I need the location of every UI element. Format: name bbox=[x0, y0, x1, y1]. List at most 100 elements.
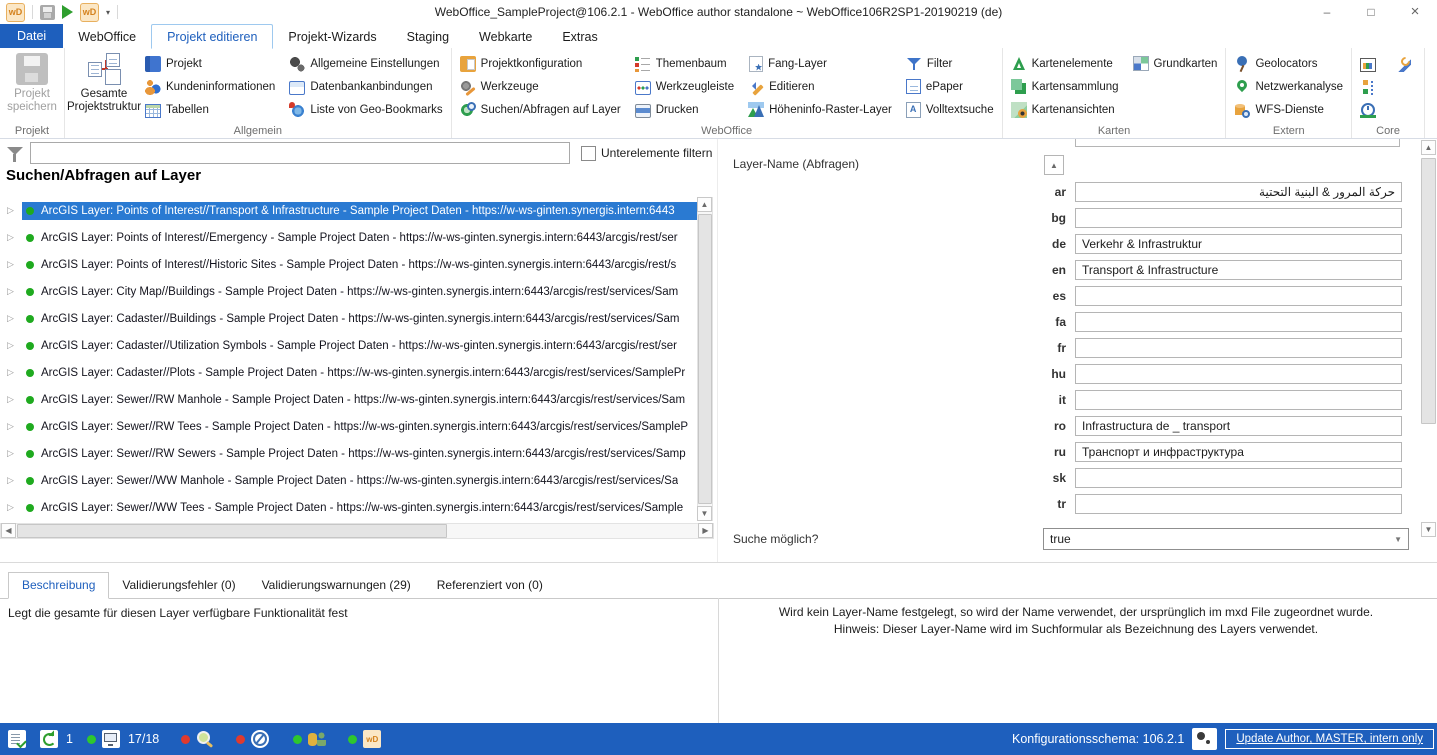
tree-item[interactable]: ▷ ArcGIS Layer: Points of Interest//Emer… bbox=[0, 224, 697, 251]
database-user-icon[interactable] bbox=[308, 730, 326, 748]
ribbon-button[interactable]: Netzwerkanalyse bbox=[1229, 75, 1348, 98]
weboffice-icon[interactable]: wD bbox=[80, 3, 99, 22]
ribbon-button[interactable]: Werkzeugleiste bbox=[630, 75, 739, 98]
ribbon-button[interactable]: Kartensammlung bbox=[1006, 75, 1124, 98]
ribbon-button[interactable]: Suchen/Abfragen auf Layer bbox=[455, 98, 626, 121]
tree-item[interactable]: ▷ ArcGIS Layer: Sewer//WW Manhole - Samp… bbox=[0, 467, 697, 494]
tree-item[interactable]: ▷ ArcGIS Layer: Points of Interest//Hist… bbox=[0, 251, 697, 278]
layer-name-input[interactable] bbox=[1075, 494, 1402, 514]
tree-item[interactable]: ▷ ArcGIS Layer: Points of Interest//Tran… bbox=[0, 197, 697, 224]
expander-icon[interactable]: ▷ bbox=[7, 394, 22, 405]
ribbon-button[interactable]: Tabellen bbox=[140, 98, 280, 121]
tree-item[interactable]: ▷ ArcGIS Layer: Sewer//RW Manhole - Samp… bbox=[0, 386, 697, 413]
layer-name-input[interactable] bbox=[1075, 312, 1402, 332]
update-author-button[interactable]: Update Author, MASTER, intern only bbox=[1225, 729, 1434, 749]
ribbon-button[interactable] bbox=[1355, 98, 1386, 121]
expander-icon[interactable]: ▷ bbox=[7, 232, 22, 243]
vscrollbar-thumb[interactable] bbox=[1421, 158, 1436, 424]
scroll-up-button[interactable]: ▲ bbox=[1421, 140, 1436, 155]
menu-tab[interactable]: WebOffice bbox=[63, 24, 151, 48]
ribbon-button[interactable]: Grundkarten bbox=[1128, 52, 1223, 75]
layer-name-input[interactable] bbox=[1075, 208, 1402, 228]
tree-item[interactable]: ▷ ArcGIS Layer: Cadaster//Buildings - Sa… bbox=[0, 305, 697, 332]
project-structure-button[interactable]: Gesamte Projektstruktur bbox=[68, 50, 140, 122]
tree-item[interactable]: ▷ ArcGIS Layer: Sewer//RW Sewers - Sampl… bbox=[0, 440, 697, 467]
layer-name-input[interactable] bbox=[1075, 364, 1402, 384]
layer-name-input[interactable] bbox=[1075, 234, 1402, 254]
clipped-input[interactable] bbox=[1075, 139, 1400, 147]
ribbon-button[interactable]: Höheninfo-Raster-Layer bbox=[743, 98, 897, 121]
bottom-tab[interactable]: Referenziert von (0) bbox=[424, 573, 556, 598]
scroll-right-button[interactable]: ▶ bbox=[698, 523, 713, 538]
ribbon-button[interactable]: Themenbaum bbox=[630, 52, 739, 75]
minimize-button[interactable]: – bbox=[1305, 0, 1349, 24]
ribbon-button[interactable]: Liste von Geo-Bookmarks bbox=[284, 98, 447, 121]
ribbon-button[interactable]: Kundeninformationen bbox=[140, 75, 280, 98]
search-possible-select[interactable]: true ▼ bbox=[1043, 528, 1409, 550]
layer-name-input[interactable] bbox=[1075, 468, 1402, 488]
tree-item[interactable]: ▷ ArcGIS Layer: Sewer//RW Tees - Sample … bbox=[0, 413, 697, 440]
scroll-down-button[interactable]: ▼ bbox=[697, 506, 712, 521]
expander-icon[interactable]: ▷ bbox=[7, 259, 22, 270]
ribbon-button[interactable]: Filter bbox=[901, 52, 999, 75]
ribbon-button[interactable]: Datenbankanbindungen bbox=[284, 75, 447, 98]
menu-tab[interactable]: Staging bbox=[392, 24, 464, 48]
weboffice-service-icon[interactable]: wD bbox=[363, 730, 381, 748]
web-service-icon[interactable] bbox=[251, 730, 269, 748]
expander-icon[interactable]: ▷ bbox=[7, 475, 22, 486]
layer-name-input[interactable] bbox=[1075, 286, 1402, 306]
ribbon-button[interactable]: Allgemeine Einstellungen bbox=[284, 52, 447, 75]
layer-name-input[interactable] bbox=[1075, 338, 1402, 358]
expander-icon[interactable]: ▷ bbox=[7, 421, 22, 432]
save-icon[interactable] bbox=[40, 5, 55, 20]
scroll-up-button[interactable]: ▲ bbox=[697, 197, 712, 212]
settings-gears-button[interactable] bbox=[1192, 728, 1217, 750]
ribbon-button[interactable]: Werkzeuge bbox=[455, 75, 626, 98]
menu-tab[interactable]: Datei bbox=[0, 24, 63, 48]
ribbon-button[interactable] bbox=[1355, 75, 1386, 98]
layer-name-input[interactable] bbox=[1075, 260, 1402, 280]
expander-icon[interactable]: ▷ bbox=[7, 313, 22, 324]
close-button[interactable]: × bbox=[1393, 0, 1437, 24]
ribbon-button[interactable] bbox=[1355, 52, 1386, 75]
layer-name-input[interactable] bbox=[1075, 416, 1402, 436]
ribbon-button[interactable]: Projektkonfiguration bbox=[455, 52, 626, 75]
ribbon-button[interactable]: Volltextsuche bbox=[901, 98, 999, 121]
run-preview-icon[interactable] bbox=[62, 5, 73, 19]
ribbon-button[interactable]: ePaper bbox=[901, 75, 999, 98]
menu-tab[interactable]: Extras bbox=[547, 24, 612, 48]
scroll-left-button[interactable]: ◀ bbox=[1, 523, 16, 538]
expander-icon[interactable]: ▷ bbox=[7, 286, 22, 297]
ribbon-button[interactable]: Projekt bbox=[140, 52, 280, 75]
menu-tab[interactable]: Webkarte bbox=[464, 24, 547, 48]
scroll-down-button[interactable]: ▼ bbox=[1421, 522, 1436, 537]
collapse-section-button[interactable]: ▲ bbox=[1044, 155, 1064, 175]
tree-item[interactable]: ▷ ArcGIS Layer: Sewer//WW Tees - Sample … bbox=[0, 494, 697, 521]
tree-item[interactable]: ▷ ArcGIS Layer: Cadaster//Plots - Sample… bbox=[0, 359, 697, 386]
services-icon[interactable] bbox=[102, 730, 120, 748]
sync-icon[interactable] bbox=[40, 730, 58, 748]
expander-icon[interactable]: ▷ bbox=[7, 340, 22, 351]
ribbon-button[interactable]: Editieren bbox=[743, 75, 897, 98]
ribbon-button[interactable]: Geolocators bbox=[1229, 52, 1348, 75]
layer-name-input[interactable] bbox=[1075, 182, 1402, 202]
search-service-icon[interactable] bbox=[196, 730, 214, 748]
expander-icon[interactable]: ▷ bbox=[7, 205, 22, 216]
tree-item[interactable]: ▷ ArcGIS Layer: City Map//Buildings - Sa… bbox=[0, 278, 697, 305]
ribbon-button[interactable] bbox=[1390, 52, 1421, 75]
layer-name-input[interactable] bbox=[1075, 442, 1402, 462]
menu-tab[interactable]: Projekt editieren bbox=[151, 24, 273, 49]
ribbon-button[interactable]: WFS-Dienste bbox=[1229, 98, 1348, 121]
validation-tasks-icon[interactable] bbox=[8, 730, 26, 748]
menu-tab[interactable]: Projekt-Wizards bbox=[273, 24, 391, 48]
tree-item[interactable]: ▷ ArcGIS Layer: Cadaster//Utilization Sy… bbox=[0, 332, 697, 359]
ribbon-button[interactable]: Kartenelemente bbox=[1006, 52, 1124, 75]
ribbon-button[interactable]: Fang-Layer bbox=[743, 52, 897, 75]
subelements-filter-checkbox[interactable] bbox=[581, 146, 596, 161]
bottom-tab[interactable]: Validierungswarnungen (29) bbox=[249, 573, 424, 598]
qat-customize-caret-icon[interactable]: ▾ bbox=[106, 8, 110, 17]
tree-filter-input[interactable] bbox=[30, 142, 570, 164]
hscrollbar-thumb[interactable] bbox=[17, 524, 447, 538]
bottom-tab[interactable]: Beschreibung bbox=[8, 572, 109, 599]
expander-icon[interactable]: ▷ bbox=[7, 448, 22, 459]
